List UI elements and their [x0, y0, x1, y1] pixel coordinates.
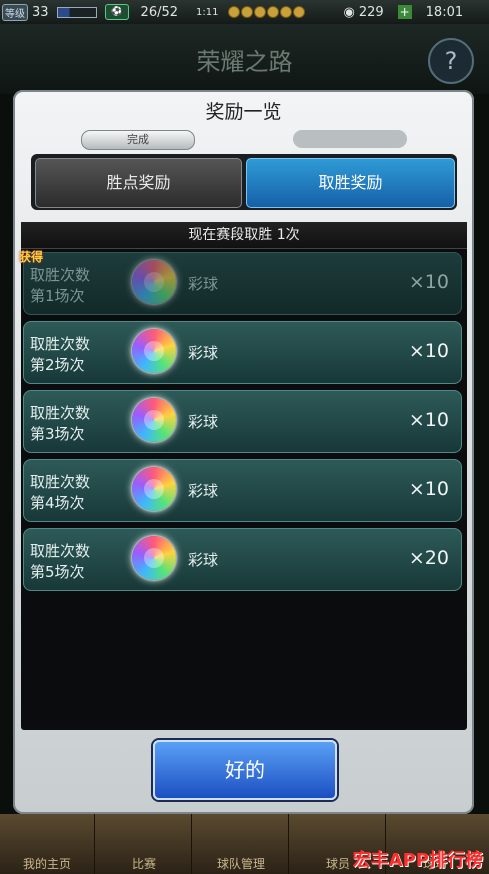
progress-complete-pill: 完成 — [81, 130, 195, 150]
stamina-bar — [56, 6, 97, 18]
timer: 1:11 — [196, 6, 219, 18]
reward-match: 第3场次 — [30, 425, 85, 443]
reward-qty: ×10 — [408, 271, 449, 293]
reward-qty: ×10 — [408, 409, 449, 431]
tab-win-rewards[interactable]: 取胜奖励 — [246, 158, 455, 208]
clock: 18:01 — [425, 4, 464, 20]
reward-match: 第4场次 — [30, 494, 85, 512]
nav-item-label: 比赛 — [131, 857, 156, 871]
ok-button[interactable]: 好的 — [153, 740, 337, 800]
reward-item: 彩球 — [188, 551, 219, 569]
reward-qty: ×20 — [408, 547, 449, 569]
reward-row: 取胜次数 第2场次 彩球 ×10 — [23, 321, 462, 384]
reward-match: 第1场次 — [30, 287, 85, 305]
rainbow-ball-icon — [132, 467, 176, 511]
reward-item: 彩球 — [188, 344, 219, 362]
reward-item: 彩球 — [188, 482, 219, 500]
rainbow-ball-icon — [132, 536, 176, 580]
dialog-title: 奖励一览 — [205, 101, 282, 123]
reward-qty: ×10 — [408, 340, 449, 362]
tab-points-rewards[interactable]: 胜点奖励 — [35, 158, 242, 208]
reward-condition: 取胜次数 — [30, 335, 91, 353]
rainbow-ball-icon — [132, 260, 176, 304]
rainbow-ball-icon — [132, 398, 176, 442]
status-bar: 等级 33 ⚽ 26/52 1:11 ◉ 229 + 18:01 — [0, 0, 489, 24]
reward-condition: 取胜次数 — [30, 404, 91, 422]
gem-icon: ◉ — [343, 4, 355, 20]
reward-item: 彩球 — [188, 413, 219, 431]
nav-item-label: 我的主页 — [22, 857, 71, 871]
watermark: 宏丰APP排行榜 — [352, 850, 483, 871]
section-title: 现在赛段取胜 1次 — [21, 222, 467, 249]
reward-match: 第2场次 — [30, 356, 85, 374]
rainbow-ball-icon — [132, 329, 176, 373]
nav-item-home[interactable]: 我的主页 — [0, 814, 95, 874]
nav-item-label: 球队管理 — [216, 857, 265, 871]
add-gems-button[interactable]: + — [397, 5, 412, 19]
reward-item: 彩球 — [188, 275, 219, 293]
reward-list-panel: 现在赛段取胜 1次 取胜次数 第1场次 彩球 ×10 获得 取胜次数 第2场次 … — [19, 222, 467, 730]
reward-row: 取胜次数 第4场次 彩球 ×10 — [23, 459, 462, 522]
page-title: 荣耀之路 — [196, 48, 293, 76]
players-icon: ⚽ — [104, 4, 129, 20]
players-count: 26/52 — [140, 4, 179, 20]
nav-item-match[interactable]: 比赛 — [97, 814, 192, 874]
nav-item-team[interactable]: 球队管理 — [194, 814, 289, 874]
reward-condition: 取胜次数 — [30, 473, 91, 491]
reward-match: 第5场次 — [30, 563, 85, 581]
reward-row: 取胜次数 第3场次 彩球 ×10 — [23, 390, 462, 453]
level-label: 等级 — [2, 3, 28, 21]
help-button[interactable]: ? — [428, 38, 474, 84]
level-value: 33 — [32, 4, 49, 20]
progress-pill-empty — [293, 130, 407, 148]
reward-condition: 取胜次数 — [30, 266, 91, 284]
gem-count: 229 — [358, 4, 384, 20]
reward-qty: ×10 — [408, 478, 449, 500]
reward-row: 取胜次数 第5场次 彩球 ×20 — [23, 528, 462, 591]
reward-condition: 取胜次数 — [30, 542, 91, 560]
reward-row: 取胜次数 第1场次 彩球 ×10 — [23, 252, 462, 315]
reward-tabs: 胜点奖励 取胜奖励 — [31, 154, 457, 210]
reward-list-dialog: 奖励一览 完成 胜点奖励 取胜奖励 现在赛段取胜 1次 取胜次数 第1场次 彩球… — [13, 90, 474, 814]
obtained-badge: 获得 — [19, 250, 44, 264]
coins-icon — [228, 6, 306, 18]
